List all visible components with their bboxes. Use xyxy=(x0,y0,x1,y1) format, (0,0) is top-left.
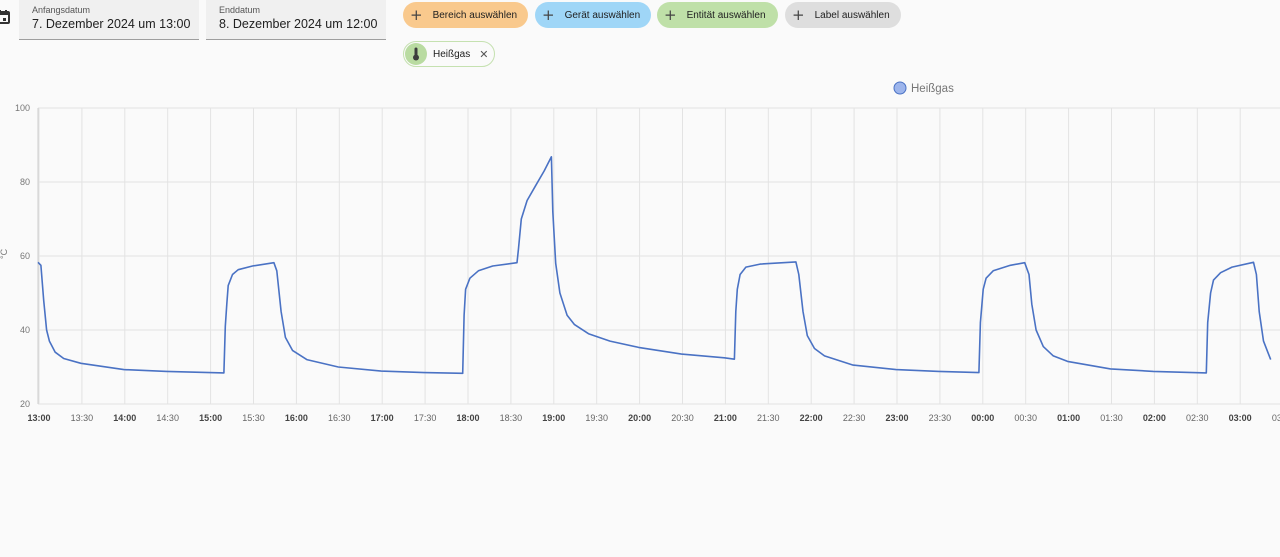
plus-icon: + xyxy=(542,5,555,24)
y-tick-label: 20 xyxy=(20,399,30,409)
x-axis: 13:00 13:30 14:00 14:30 15:00 15:30 16:00 16:30… xyxy=(27,413,1280,423)
x-tick-label: 14:00 xyxy=(113,413,136,423)
x-tick-label: 20:00 xyxy=(628,413,651,423)
x-tick-label: 18:00 xyxy=(456,413,479,423)
x-tick-label: 23:00 xyxy=(885,413,908,423)
x-tick-label: 01:30 xyxy=(1100,413,1123,423)
series-line-heissgas xyxy=(37,156,1272,375)
x-tick-label: 15:30 xyxy=(242,413,265,423)
x-tick-label: 18:30 xyxy=(500,413,523,423)
plus-icon: + xyxy=(664,5,677,24)
select-entity-button[interactable]: + Entität auswählen xyxy=(657,2,778,28)
selected-entity-name: Heißgas xyxy=(433,48,471,60)
start-date-label: Anfangsdatum xyxy=(32,5,91,15)
x-tick-label: 16:00 xyxy=(285,413,308,423)
select-entity-label: Entität auswählen xyxy=(686,9,766,21)
x-tick-label: 13:00 xyxy=(27,413,50,423)
select-device-label: Gerät auswählen xyxy=(564,9,641,21)
legend-label: Heißgas xyxy=(911,83,954,95)
x-tick-label: 21:00 xyxy=(714,413,737,423)
x-tick-label: 20:30 xyxy=(671,413,694,423)
plus-icon: + xyxy=(792,5,805,24)
x-tick-label: 13:30 xyxy=(71,413,94,423)
history-chart: 20 40 60 80 100 13:00 13:30 14:00 14:30 15:00 15:… xyxy=(0,81,1280,423)
start-date-value[interactable]: 7. Dezember 2024 um 13:00 xyxy=(32,17,190,31)
x-tick-label: 02:30 xyxy=(1186,413,1209,423)
x-tick-label: 03:30 xyxy=(1272,413,1280,423)
calendar-icon[interactable] xyxy=(0,10,10,24)
x-tick-label: 17:00 xyxy=(371,413,394,423)
x-tick-label: 14:30 xyxy=(156,413,179,423)
x-tick-label: 22:30 xyxy=(843,413,866,423)
x-tick-label: 17:30 xyxy=(414,413,437,423)
x-tick-label: 19:30 xyxy=(585,413,608,423)
legend[interactable]: Heißgas xyxy=(893,81,954,95)
x-tick-label: 21:30 xyxy=(757,413,780,423)
plus-icon: + xyxy=(410,5,423,24)
x-tick-label: 22:00 xyxy=(800,413,823,423)
x-tick-label: 00:30 xyxy=(1014,413,1037,423)
selected-entity-chip[interactable]: Heißgas ✕ xyxy=(403,41,495,67)
legend-marker xyxy=(893,81,907,95)
x-tick-label: 23:30 xyxy=(929,413,952,423)
end-date-field[interactable]: Enddatum 8. Dezember 2024 um 12:00 xyxy=(206,0,386,40)
end-date-value[interactable]: 8. Dezember 2024 um 12:00 xyxy=(219,17,377,31)
y-axis-label: °C xyxy=(0,248,9,259)
select-label-button[interactable]: + Label auswählen xyxy=(785,2,901,28)
select-device-button[interactable]: + Gerät auswählen xyxy=(535,2,651,28)
y-tick-label: 40 xyxy=(20,325,30,335)
y-axis: 20 40 60 80 100 xyxy=(15,103,30,409)
end-date-label: Enddatum xyxy=(219,5,261,15)
y-tick-label: 60 xyxy=(20,251,30,261)
x-tick-label: 19:00 xyxy=(542,413,565,423)
series-layer xyxy=(37,156,1272,375)
start-date-field[interactable]: Anfangsdatum 7. Dezember 2024 um 13:00 xyxy=(19,0,199,40)
x-tick-label: 00:00 xyxy=(971,413,994,423)
x-tick-label: 02:00 xyxy=(1143,413,1166,423)
select-area-label: Bereich auswählen xyxy=(432,9,518,21)
thermometer-icon xyxy=(405,43,427,65)
x-tick-label: 16:30 xyxy=(328,413,351,423)
x-tick-label: 03:00 xyxy=(1229,413,1252,423)
y-tick-label: 100 xyxy=(15,103,30,113)
x-tick-label: 01:00 xyxy=(1057,413,1080,423)
select-label-label: Label auswählen xyxy=(814,9,890,21)
select-area-button[interactable]: + Bereich auswählen xyxy=(403,2,528,28)
x-tick-label: 15:00 xyxy=(199,413,222,423)
y-tick-label: 80 xyxy=(20,177,30,187)
remove-entity-close-icon[interactable]: ✕ xyxy=(479,48,488,61)
